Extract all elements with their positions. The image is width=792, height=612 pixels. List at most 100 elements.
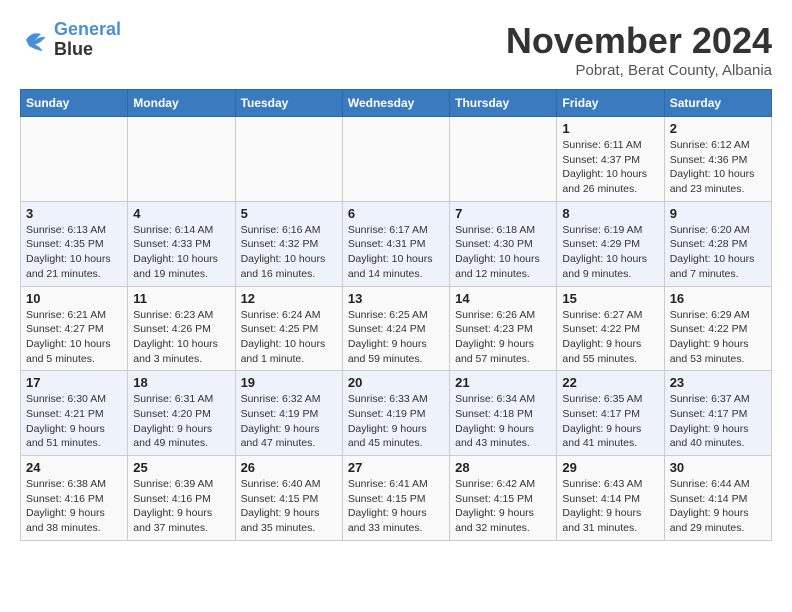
calendar-cell: 2 Sunrise: 6:12 AM Sunset: 4:36 PM Daylig… xyxy=(664,117,771,202)
day-info: Sunrise: 6:40 AM Sunset: 4:15 PM Dayligh… xyxy=(241,477,337,536)
day-number: 7 xyxy=(455,206,551,221)
day-info: Sunrise: 6:12 AM Sunset: 4:36 PM Dayligh… xyxy=(670,138,766,197)
day-number: 19 xyxy=(241,375,337,390)
calendar-cell: 1 Sunrise: 6:11 AM Sunset: 4:37 PM Daylig… xyxy=(557,117,664,202)
weekday-header-thursday: Thursday xyxy=(450,90,557,117)
day-number: 18 xyxy=(133,375,229,390)
day-number: 24 xyxy=(26,460,122,475)
day-info: Sunrise: 6:23 AM Sunset: 4:26 PM Dayligh… xyxy=(133,308,229,367)
calendar-header-row: SundayMondayTuesdayWednesdayThursdayFrid… xyxy=(21,90,772,117)
day-info: Sunrise: 6:33 AM Sunset: 4:19 PM Dayligh… xyxy=(348,392,444,451)
calendar-cell: 10 Sunrise: 6:21 AM Sunset: 4:27 PM Dayli… xyxy=(21,286,128,371)
calendar-cell xyxy=(450,117,557,202)
calendar-cell: 29Sunrise: 6:43 AM Sunset: 4:14 PM Dayli… xyxy=(557,456,664,541)
day-number: 1 xyxy=(562,121,658,136)
day-info: Sunrise: 6:16 AM Sunset: 4:32 PM Dayligh… xyxy=(241,223,337,282)
day-number: 21 xyxy=(455,375,551,390)
calendar-cell: 11 Sunrise: 6:23 AM Sunset: 4:26 PM Dayli… xyxy=(128,286,235,371)
calendar-cell: 4Sunrise: 6:14 AM Sunset: 4:33 PM Daylig… xyxy=(128,201,235,286)
location-subtitle: Pobrat, Berat County, Albania xyxy=(506,62,772,79)
calendar-cell: 13 Sunrise: 6:25 AM Sunset: 4:24 PM Dayli… xyxy=(342,286,449,371)
day-info: Sunrise: 6:13 AM Sunset: 4:35 PM Dayligh… xyxy=(26,223,122,282)
day-info: Sunrise: 6:14 AM Sunset: 4:33 PM Dayligh… xyxy=(133,223,229,282)
day-info: Sunrise: 6:25 AM Sunset: 4:24 PM Dayligh… xyxy=(348,308,444,367)
calendar-week-1: 1 Sunrise: 6:11 AM Sunset: 4:37 PM Daylig… xyxy=(21,117,772,202)
day-info: Sunrise: 6:27 AM Sunset: 4:22 PM Dayligh… xyxy=(562,308,658,367)
weekday-header-wednesday: Wednesday xyxy=(342,90,449,117)
day-info: Sunrise: 6:38 AM Sunset: 4:16 PM Dayligh… xyxy=(26,477,122,536)
day-info: Sunrise: 6:37 AM Sunset: 4:17 PM Dayligh… xyxy=(670,392,766,451)
day-info: Sunrise: 6:43 AM Sunset: 4:14 PM Dayligh… xyxy=(562,477,658,536)
calendar-cell: 23 Sunrise: 6:37 AM Sunset: 4:17 PM Dayli… xyxy=(664,371,771,456)
calendar-cell: 9Sunrise: 6:20 AM Sunset: 4:28 PM Daylig… xyxy=(664,201,771,286)
day-number: 10 xyxy=(26,291,122,306)
day-number: 25 xyxy=(133,460,229,475)
day-info: Sunrise: 6:39 AM Sunset: 4:16 PM Dayligh… xyxy=(133,477,229,536)
day-info: Sunrise: 6:17 AM Sunset: 4:31 PM Dayligh… xyxy=(348,223,444,282)
weekday-header-friday: Friday xyxy=(557,90,664,117)
calendar-cell: 26Sunrise: 6:40 AM Sunset: 4:15 PM Dayli… xyxy=(235,456,342,541)
day-number: 17 xyxy=(26,375,122,390)
calendar-cell: 7 Sunrise: 6:18 AM Sunset: 4:30 PM Daylig… xyxy=(450,201,557,286)
day-number: 15 xyxy=(562,291,658,306)
calendar-week-4: 17 Sunrise: 6:30 AM Sunset: 4:21 PM Dayli… xyxy=(21,371,772,456)
day-number: 28 xyxy=(455,460,551,475)
calendar-cell xyxy=(235,117,342,202)
calendar-cell: 16 Sunrise: 6:29 AM Sunset: 4:22 PM Dayli… xyxy=(664,286,771,371)
calendar-cell: 22 Sunrise: 6:35 AM Sunset: 4:17 PM Dayli… xyxy=(557,371,664,456)
calendar-cell: 18Sunrise: 6:31 AM Sunset: 4:20 PM Dayli… xyxy=(128,371,235,456)
calendar-cell: 15 Sunrise: 6:27 AM Sunset: 4:22 PM Dayli… xyxy=(557,286,664,371)
logo: GeneralBlue xyxy=(20,20,121,60)
calendar-cell: 19 Sunrise: 6:32 AM Sunset: 4:19 PM Dayli… xyxy=(235,371,342,456)
month-title: November 2024 xyxy=(506,20,772,62)
day-number: 13 xyxy=(348,291,444,306)
day-number: 11 xyxy=(133,291,229,306)
calendar-week-3: 10 Sunrise: 6:21 AM Sunset: 4:27 PM Dayli… xyxy=(21,286,772,371)
calendar-cell: 6 Sunrise: 6:17 AM Sunset: 4:31 PM Daylig… xyxy=(342,201,449,286)
day-info: Sunrise: 6:41 AM Sunset: 4:15 PM Dayligh… xyxy=(348,477,444,536)
day-number: 2 xyxy=(670,121,766,136)
calendar-cell: 14Sunrise: 6:26 AM Sunset: 4:23 PM Dayli… xyxy=(450,286,557,371)
title-area: November 2024 Pobrat, Berat County, Alba… xyxy=(506,20,772,79)
day-info: Sunrise: 6:34 AM Sunset: 4:18 PM Dayligh… xyxy=(455,392,551,451)
day-number: 3 xyxy=(26,206,122,221)
day-number: 16 xyxy=(670,291,766,306)
calendar-cell: 17 Sunrise: 6:30 AM Sunset: 4:21 PM Dayli… xyxy=(21,371,128,456)
calendar-cell: 12 Sunrise: 6:24 AM Sunset: 4:25 PM Dayli… xyxy=(235,286,342,371)
calendar-cell: 28 Sunrise: 6:42 AM Sunset: 4:15 PM Dayli… xyxy=(450,456,557,541)
weekday-header-saturday: Saturday xyxy=(664,90,771,117)
day-info: Sunrise: 6:24 AM Sunset: 4:25 PM Dayligh… xyxy=(241,308,337,367)
day-info: Sunrise: 6:21 AM Sunset: 4:27 PM Dayligh… xyxy=(26,308,122,367)
calendar-table: SundayMondayTuesdayWednesdayThursdayFrid… xyxy=(20,89,772,541)
day-info: Sunrise: 6:11 AM Sunset: 4:37 PM Dayligh… xyxy=(562,138,658,197)
calendar-body: 1 Sunrise: 6:11 AM Sunset: 4:37 PM Daylig… xyxy=(21,117,772,541)
calendar-week-2: 3 Sunrise: 6:13 AM Sunset: 4:35 PM Daylig… xyxy=(21,201,772,286)
day-info: Sunrise: 6:19 AM Sunset: 4:29 PM Dayligh… xyxy=(562,223,658,282)
calendar-cell: 20 Sunrise: 6:33 AM Sunset: 4:19 PM Dayli… xyxy=(342,371,449,456)
calendar-cell: 5 Sunrise: 6:16 AM Sunset: 4:32 PM Daylig… xyxy=(235,201,342,286)
day-info: Sunrise: 6:26 AM Sunset: 4:23 PM Dayligh… xyxy=(455,308,551,367)
day-number: 30 xyxy=(670,460,766,475)
day-number: 6 xyxy=(348,206,444,221)
day-number: 20 xyxy=(348,375,444,390)
day-info: Sunrise: 6:30 AM Sunset: 4:21 PM Dayligh… xyxy=(26,392,122,451)
day-info: Sunrise: 6:44 AM Sunset: 4:14 PM Dayligh… xyxy=(670,477,766,536)
calendar-cell: 24 Sunrise: 6:38 AM Sunset: 4:16 PM Dayli… xyxy=(21,456,128,541)
day-number: 12 xyxy=(241,291,337,306)
calendar-cell xyxy=(342,117,449,202)
weekday-header-tuesday: Tuesday xyxy=(235,90,342,117)
calendar-cell: 3 Sunrise: 6:13 AM Sunset: 4:35 PM Daylig… xyxy=(21,201,128,286)
calendar-cell: 8Sunrise: 6:19 AM Sunset: 4:29 PM Daylig… xyxy=(557,201,664,286)
day-info: Sunrise: 6:20 AM Sunset: 4:28 PM Dayligh… xyxy=(670,223,766,282)
day-number: 5 xyxy=(241,206,337,221)
day-number: 22 xyxy=(562,375,658,390)
calendar-cell: 25 Sunrise: 6:39 AM Sunset: 4:16 PM Dayli… xyxy=(128,456,235,541)
day-number: 23 xyxy=(670,375,766,390)
calendar-cell: 27Sunrise: 6:41 AM Sunset: 4:15 PM Dayli… xyxy=(342,456,449,541)
day-info: Sunrise: 6:42 AM Sunset: 4:15 PM Dayligh… xyxy=(455,477,551,536)
day-info: Sunrise: 6:18 AM Sunset: 4:30 PM Dayligh… xyxy=(455,223,551,282)
day-info: Sunrise: 6:29 AM Sunset: 4:22 PM Dayligh… xyxy=(670,308,766,367)
calendar-week-5: 24 Sunrise: 6:38 AM Sunset: 4:16 PM Dayli… xyxy=(21,456,772,541)
day-info: Sunrise: 6:35 AM Sunset: 4:17 PM Dayligh… xyxy=(562,392,658,451)
day-info: Sunrise: 6:32 AM Sunset: 4:19 PM Dayligh… xyxy=(241,392,337,451)
